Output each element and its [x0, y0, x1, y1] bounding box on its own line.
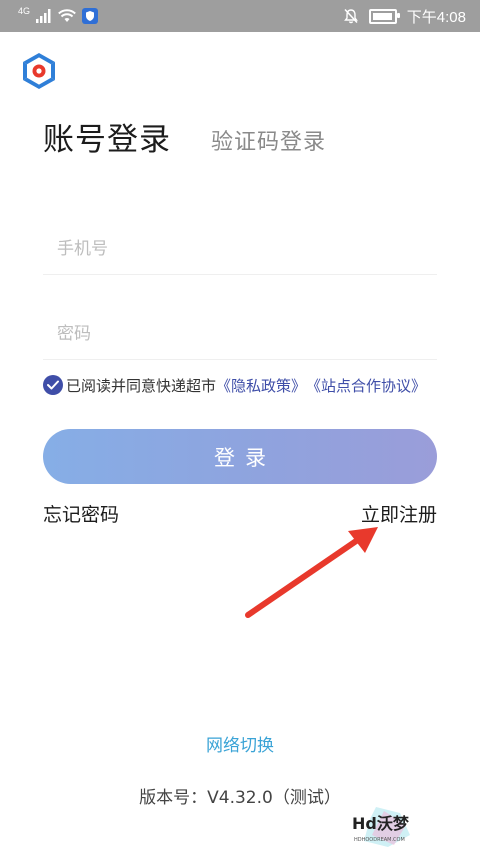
app-logo-icon [23, 53, 55, 89]
bell-muted-icon [343, 8, 358, 24]
login-button[interactable]: 登录 [43, 429, 437, 484]
forgot-password-link[interactable]: 忘记密码 [43, 500, 119, 527]
phone-input[interactable] [43, 224, 437, 274]
annotation-arrow-icon [245, 527, 378, 618]
phone-field [43, 224, 437, 275]
wifi-icon [58, 9, 76, 22]
clock: 下午4:08 [406, 8, 466, 26]
tab-code-login[interactable]: 验证码登录 [211, 124, 326, 156]
status-bar-right: 下午4:08 [343, 6, 466, 26]
password-input[interactable] [43, 309, 437, 359]
password-field [43, 309, 437, 360]
watermark-logo: Hd沃梦 HDHOODREAM.COM [352, 807, 410, 847]
shield-app-icon [82, 8, 99, 24]
svg-text:HDHOODREAM.COM: HDHOODREAM.COM [354, 837, 405, 843]
agreement-row: 已阅读并同意快递超市 《隐私政策》 《站点合作协议》 [43, 373, 426, 397]
agreement-text: 已阅读并同意快递超市 [66, 376, 217, 395]
tab-account-login[interactable]: 账号登录 [43, 114, 171, 159]
svg-text:Hd沃梦: Hd沃梦 [352, 814, 410, 833]
status-bar-left: 4G [18, 5, 99, 26]
agreement-checkbox[interactable] [43, 375, 63, 395]
status-bar: 4G 下午4:08 [0, 0, 480, 32]
signal-icon [36, 9, 51, 23]
checkmark-icon [47, 380, 59, 390]
station-agreement-link[interactable]: 《站点合作协议》 [306, 375, 426, 396]
network-type-label: 4G [18, 5, 31, 16]
privacy-policy-link[interactable]: 《隐私政策》 [216, 375, 306, 396]
battery-icon [368, 8, 400, 24]
network-switch-link[interactable]: 网络切换 [0, 731, 480, 756]
